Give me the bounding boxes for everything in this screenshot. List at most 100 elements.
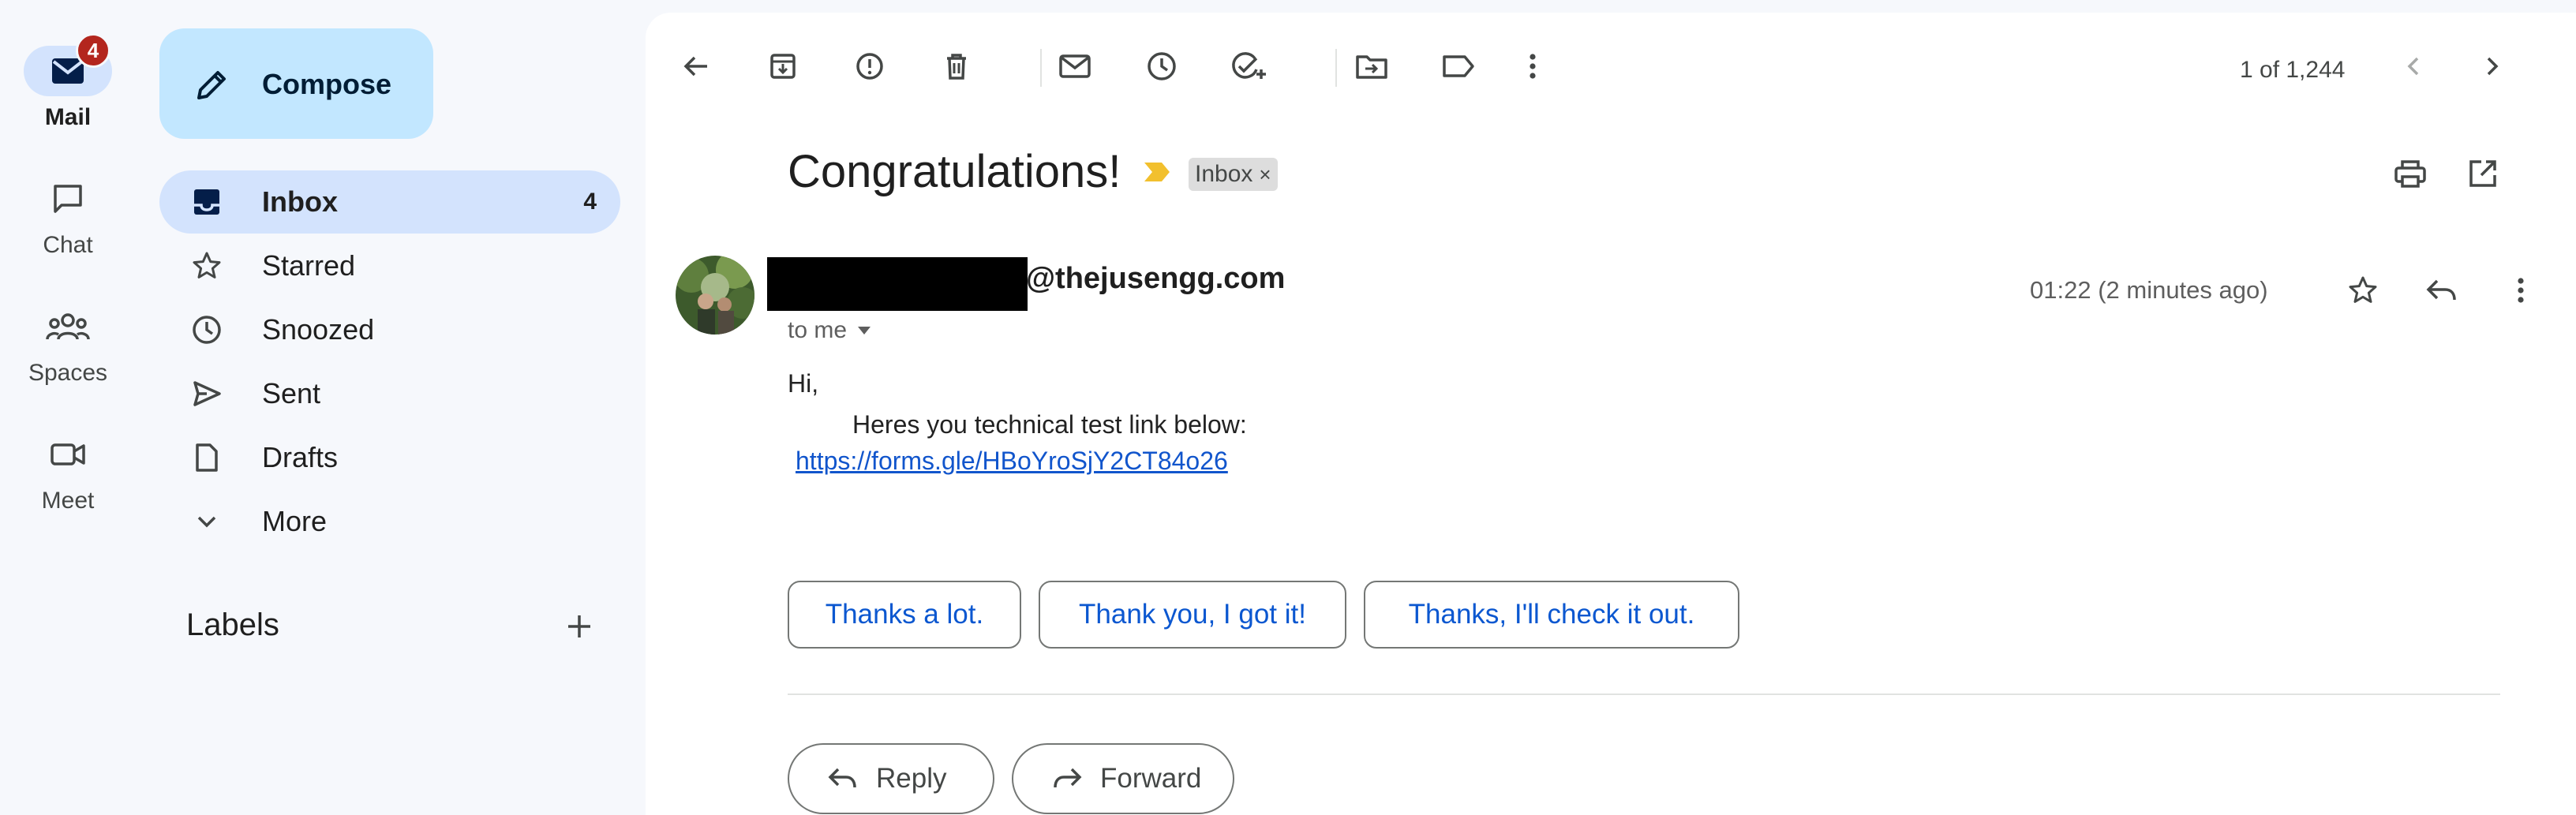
toolbar-divider xyxy=(1335,49,1337,87)
nav-item-inbox[interactable]: Inbox 4 xyxy=(159,170,620,234)
rail-item-mail[interactable]: 4 Mail xyxy=(0,33,136,156)
more-vert-icon xyxy=(1528,50,1537,82)
snooze-button[interactable] xyxy=(1138,43,1185,90)
more-vert-icon xyxy=(2516,275,2525,306)
meet-icon xyxy=(49,439,87,470)
star-icon xyxy=(191,250,223,282)
nav-label: Sent xyxy=(262,377,321,409)
recipient-details-toggle[interactable]: to me xyxy=(788,317,872,344)
reply-action-button[interactable]: Reply xyxy=(788,743,994,814)
rail-label: Spaces xyxy=(28,360,108,386)
rail-pill: 4 xyxy=(24,33,112,96)
compose-button[interactable]: Compose xyxy=(159,28,433,139)
rail-item-chat[interactable]: Chat xyxy=(0,174,136,284)
pager-count: 1 of 1,244 xyxy=(2240,57,2346,83)
message-view: 1 of 1,244 Congratulations! Inbox × @the… xyxy=(646,13,2576,815)
print-icon xyxy=(2393,158,2428,189)
mark-unread-button[interactable] xyxy=(1051,43,1099,90)
report-spam-button[interactable] xyxy=(846,43,893,90)
nav-item-drafts[interactable]: Drafts xyxy=(159,426,620,489)
inbox-label-chip: Inbox × xyxy=(1189,158,1278,191)
nav-item-starred[interactable]: Starred xyxy=(159,234,620,297)
smart-reply-button[interactable]: Thanks, I'll check it out. xyxy=(1364,581,1739,649)
remove-label-button[interactable]: × xyxy=(1259,163,1271,187)
nav-label: Inbox xyxy=(262,185,338,218)
compose-label: Compose xyxy=(262,68,392,100)
delete-button[interactable] xyxy=(933,43,980,90)
forward-icon xyxy=(1013,765,1100,793)
print-button[interactable] xyxy=(2387,150,2434,197)
send-icon xyxy=(191,378,223,409)
toolbar-divider xyxy=(1040,49,1042,87)
rail-label: Mail xyxy=(44,104,92,130)
archive-icon xyxy=(767,50,799,82)
inbox-icon xyxy=(191,186,223,218)
delete-icon xyxy=(941,50,972,82)
reply-icon xyxy=(2424,275,2459,306)
app-rail: 4 Mail Chat Spaces Meet xyxy=(0,0,136,815)
divider xyxy=(788,693,2500,695)
move-to-button[interactable] xyxy=(1348,43,1395,90)
prev-icon xyxy=(2402,50,2425,82)
form-link[interactable]: https://forms.gle/HBoYroSjY2CT84o26 xyxy=(796,447,1228,476)
importance-marker-icon[interactable] xyxy=(1143,161,1171,183)
email-subject: Congratulations! xyxy=(788,146,1121,197)
draft-icon xyxy=(191,442,223,473)
unread-count: 4 xyxy=(583,189,597,215)
chat-icon xyxy=(51,181,85,216)
nav-label: Drafts xyxy=(262,441,339,473)
rail-label: Chat xyxy=(43,232,93,258)
nav-label: More xyxy=(262,505,328,537)
recipient-label: to me xyxy=(788,317,848,343)
unread-badge: 4 xyxy=(76,33,110,68)
nav-item-sent[interactable]: Sent xyxy=(159,362,620,425)
clock-icon xyxy=(191,314,223,346)
smart-reply-button[interactable]: Thanks a lot. xyxy=(788,581,1021,649)
label-button[interactable] xyxy=(1435,43,1482,90)
nav-label: Snoozed xyxy=(262,313,375,346)
open-in-new-window-button[interactable] xyxy=(2459,150,2507,197)
nav-label: Starred xyxy=(262,249,356,282)
sender-avatar[interactable] xyxy=(676,256,754,335)
star-button[interactable] xyxy=(2339,267,2387,314)
reply-icon xyxy=(789,765,876,793)
caret-down-icon xyxy=(856,325,872,336)
rail-label: Meet xyxy=(41,488,95,514)
snooze-icon xyxy=(1146,50,1178,82)
email-timestamp: 01:22 (2 minutes ago) xyxy=(2030,276,2268,304)
redacted-sender-name xyxy=(767,257,1028,311)
pencil-icon xyxy=(194,68,229,103)
back-button[interactable] xyxy=(672,43,720,90)
reply-button[interactable] xyxy=(2418,267,2466,314)
back-arrow-icon xyxy=(680,50,712,82)
archive-button[interactable] xyxy=(759,43,807,90)
next-icon xyxy=(2481,50,2504,82)
move-to-icon xyxy=(1354,50,1389,82)
smart-reply-button[interactable]: Thank you, I got it! xyxy=(1039,581,1346,649)
mark-unread-icon xyxy=(1058,50,1092,82)
email-greeting: Hi, xyxy=(788,369,819,398)
star-icon xyxy=(2347,275,2379,306)
rail-item-meet[interactable]: Meet xyxy=(0,429,136,540)
more-options-button[interactable] xyxy=(1509,43,1556,90)
add-to-tasks-button[interactable] xyxy=(1225,43,1272,90)
message-more-button[interactable] xyxy=(2497,267,2544,314)
nav-item-more[interactable]: More xyxy=(159,490,620,553)
rail-pill xyxy=(24,301,112,352)
email-body-line: Heres you technical test link below: xyxy=(852,410,1247,439)
labels-heading: Labels xyxy=(186,608,279,642)
spaces-icon xyxy=(46,309,90,344)
rail-pill xyxy=(24,174,112,224)
prev-button[interactable] xyxy=(2390,43,2437,90)
next-button[interactable] xyxy=(2469,43,2516,90)
open-in-new-icon xyxy=(2467,158,2499,189)
forward-action-button[interactable]: Forward xyxy=(1012,743,1234,814)
nav-item-snoozed[interactable]: Snoozed xyxy=(159,298,620,361)
forward-label: Forward xyxy=(1100,763,1202,794)
chip-label: Inbox xyxy=(1195,161,1253,187)
chevron-down-icon xyxy=(191,506,223,537)
plus-icon[interactable] xyxy=(564,611,595,642)
label-icon xyxy=(1441,50,1476,82)
reply-label: Reply xyxy=(876,763,947,794)
rail-item-spaces[interactable]: Spaces xyxy=(0,301,136,412)
